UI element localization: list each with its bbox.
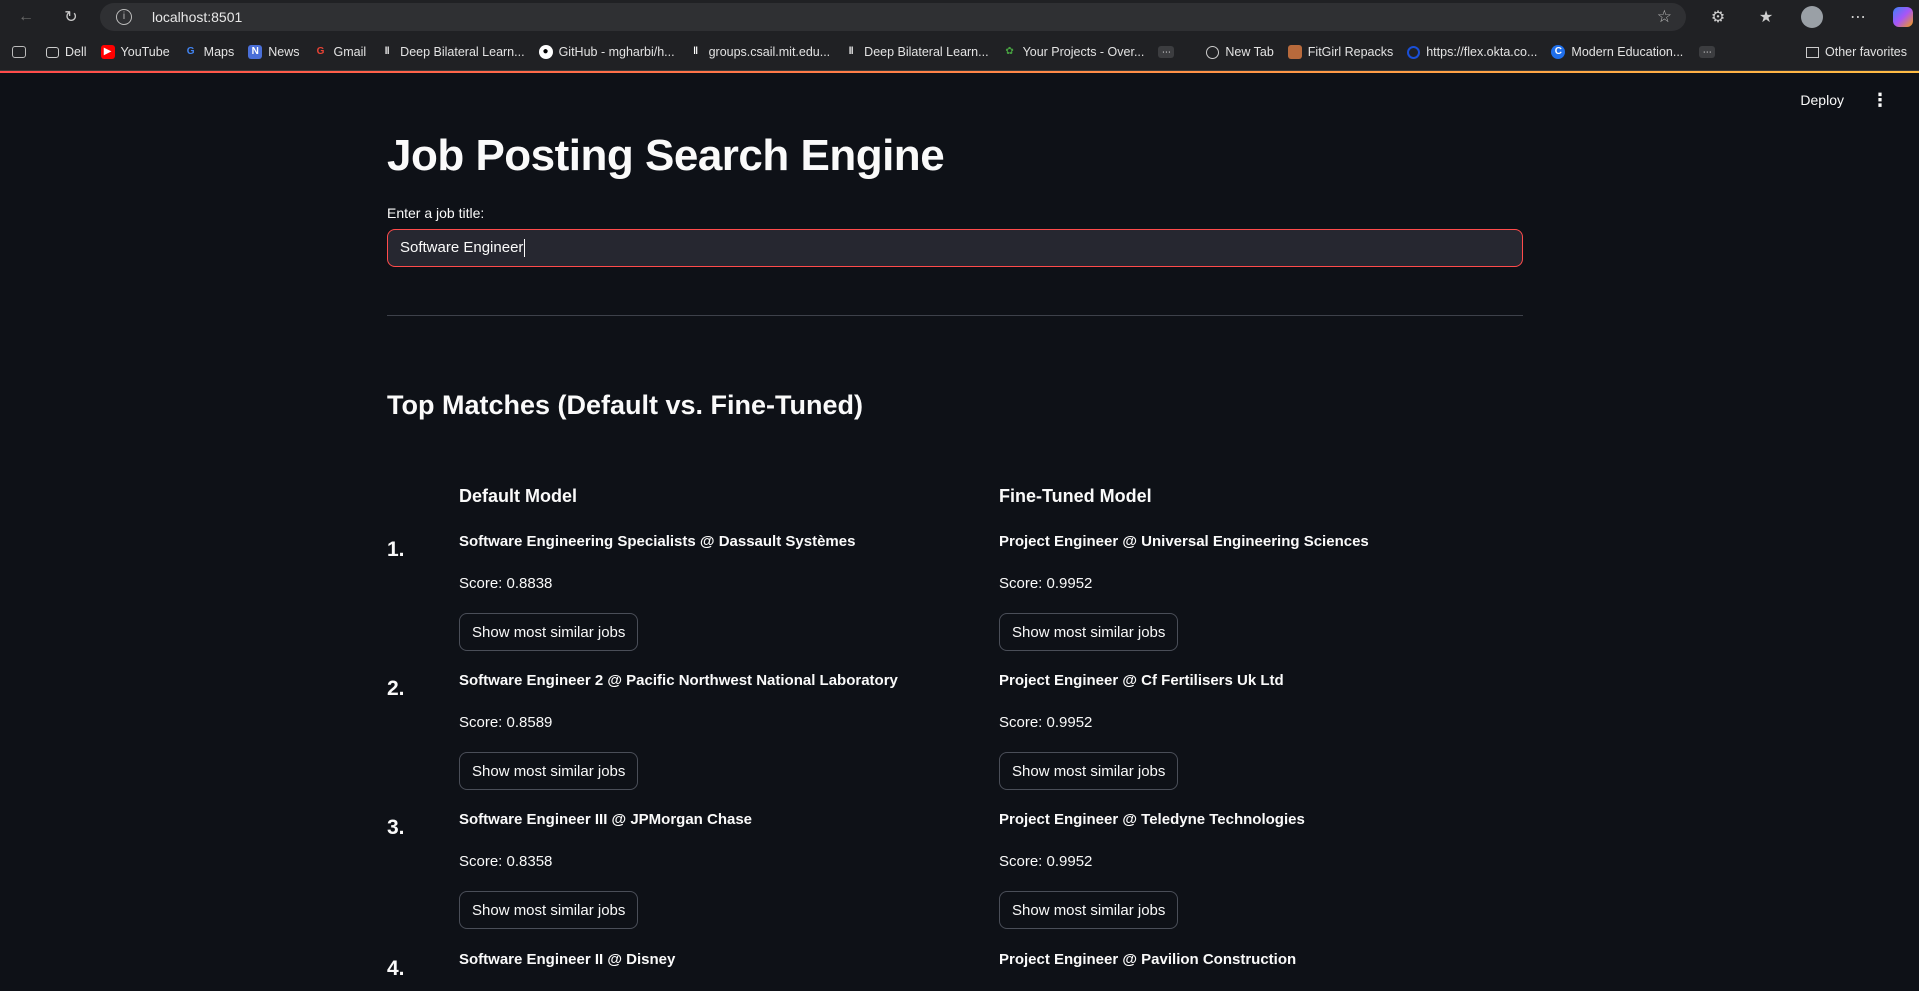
- bookmark-item[interactable]: Dell: [46, 45, 87, 59]
- default-job-title: Software Engineer 2 @ Pacific Northwest …: [459, 672, 898, 689]
- deploy-button[interactable]: Deploy: [1800, 92, 1844, 108]
- google-icon: G: [186, 46, 195, 57]
- finetuned-score: Score: 0.9952: [999, 575, 1093, 592]
- default-score: Score: 0.8358: [459, 853, 553, 870]
- finetuned-job-title: Project Engineer @ Cf Fertilisers Uk Ltd: [999, 672, 1284, 689]
- section-title: Top Matches (Default vs. Fine-Tuned): [387, 389, 864, 420]
- bookmark-item[interactable]: New Tab: [1206, 45, 1274, 59]
- url-text[interactable]: localhost:8501: [152, 9, 242, 25]
- input-value: Software Engineer: [400, 239, 524, 257]
- overleaf-icon: ✿: [1005, 46, 1014, 57]
- bookmark-item[interactable]: ‖ Deep Bilateral Learn...: [380, 45, 525, 59]
- show-similar-jobs-button[interactable]: Show most similar jobs: [999, 613, 1179, 651]
- default-score: Score: 0.8838: [459, 575, 553, 592]
- show-similar-jobs-button[interactable]: Show most similar jobs: [459, 891, 639, 929]
- input-label: Enter a job title:: [387, 204, 485, 221]
- paper-icon: ‖: [693, 46, 699, 57]
- text-caret: [524, 238, 526, 257]
- other-favorites[interactable]: Other favorites: [1806, 45, 1907, 59]
- folder-icon: [46, 46, 59, 58]
- job-title-input[interactable]: Software Engineer: [387, 228, 1523, 267]
- bookmark-item[interactable]: G Maps: [184, 45, 234, 59]
- show-similar-jobs-button[interactable]: Show most similar jobs: [459, 752, 639, 790]
- copilot-icon[interactable]: [1893, 7, 1913, 27]
- browser-toolbar: ← ↻ i localhost:8501 ☆ ⚙ ★ ⋯: [0, 0, 1919, 34]
- rank-number: 2.: [387, 677, 405, 700]
- globe-icon: [1206, 45, 1220, 59]
- extensions-icon[interactable]: ⚙: [1705, 4, 1731, 30]
- finetuned-job-title: Project Engineer @ Universal Engineering…: [999, 533, 1369, 550]
- rank-number: 4.: [387, 957, 405, 980]
- finetuned-job-title: Project Engineer @ Teledyne Technologies: [999, 811, 1305, 828]
- youtube-icon: ▶: [100, 45, 115, 59]
- default-job-title: Software Engineer II @ Disney: [459, 951, 676, 968]
- default-model-header: Default Model: [459, 486, 578, 506]
- site-info-icon[interactable]: i: [116, 9, 132, 25]
- site-icon: [1287, 45, 1302, 59]
- bookmark-item[interactable]: ● GitHub - mgharbi/h...: [538, 45, 675, 59]
- finetuned-score: Score: 0.9952: [999, 853, 1093, 870]
- folder-icon: [1806, 46, 1820, 58]
- reload-icon[interactable]: ↻: [60, 6, 82, 28]
- show-similar-jobs-button[interactable]: Show most similar jobs: [999, 891, 1179, 929]
- paper-icon: ‖: [384, 46, 390, 57]
- okta-icon: [1407, 45, 1421, 59]
- google-icon: G: [316, 46, 325, 57]
- bookmark-item[interactable]: C Modern Education...: [1551, 45, 1683, 59]
- bookmark-item[interactable]: ✿ Your Projects - Over...: [1003, 45, 1144, 59]
- bookmarks-bar: Dell ▶ YouTube G Maps N News G Gmail ‖ Deep B…: [0, 34, 1919, 71]
- c-icon: C: [1551, 45, 1566, 59]
- finetuned-job-title: Project Engineer @ Pavilion Construction: [999, 951, 1297, 968]
- tab-actions-icon[interactable]: [12, 46, 32, 58]
- header-accent-line: [0, 71, 1919, 73]
- star-icon[interactable]: ☆: [1657, 7, 1672, 27]
- default-job-title: Software Engineering Specialists @ Dassa…: [459, 533, 856, 550]
- more-bookmarks-icon[interactable]: ⋯: [1699, 46, 1716, 58]
- bookmark-item[interactable]: N News: [248, 45, 300, 59]
- page-title: Job Posting Search Engine: [387, 131, 945, 180]
- finetuned-model-header: Fine-Tuned Model: [999, 486, 1152, 506]
- show-similar-jobs-button[interactable]: Show most similar jobs: [999, 752, 1179, 790]
- bookmark-item[interactable]: ‖ Deep Bilateral Learn...: [844, 45, 989, 59]
- rank-number: 3.: [387, 816, 405, 839]
- favorites-icon[interactable]: ★: [1753, 4, 1779, 30]
- show-similar-jobs-button[interactable]: Show most similar jobs: [459, 613, 639, 651]
- main-content: Job Posting Search Engine Enter a job ti…: [387, 130, 1523, 421]
- default-job-title: Software Engineer III @ JPMorgan Chase: [459, 811, 753, 828]
- divider: [387, 314, 1523, 316]
- more-menu-icon[interactable]: ⋯: [1845, 4, 1871, 30]
- github-icon: ●: [538, 45, 553, 59]
- more-bookmarks-icon[interactable]: ⋯: [1158, 46, 1175, 58]
- news-icon: N: [248, 45, 263, 59]
- rank-number: 1.: [387, 538, 405, 561]
- bookmark-item[interactable]: ▶ YouTube: [100, 45, 170, 59]
- back-arrow-icon[interactable]: ←: [15, 6, 37, 28]
- bookmark-item[interactable]: FitGirl Repacks: [1287, 45, 1393, 59]
- paper-icon: ‖: [848, 46, 854, 57]
- bookmark-item[interactable]: ‖ groups.csail.mit.edu...: [689, 45, 830, 59]
- bookmark-item[interactable]: https://flex.okta.co...: [1407, 45, 1537, 59]
- default-score: Score: 0.8589: [459, 714, 553, 731]
- main-menu-icon[interactable]: ⋮: [1871, 90, 1889, 111]
- bookmark-item[interactable]: G Gmail: [314, 45, 367, 59]
- finetuned-score: Score: 0.9952: [999, 714, 1093, 731]
- profile-avatar[interactable]: [1801, 6, 1823, 28]
- address-bar[interactable]: i localhost:8501 ☆: [100, 3, 1686, 31]
